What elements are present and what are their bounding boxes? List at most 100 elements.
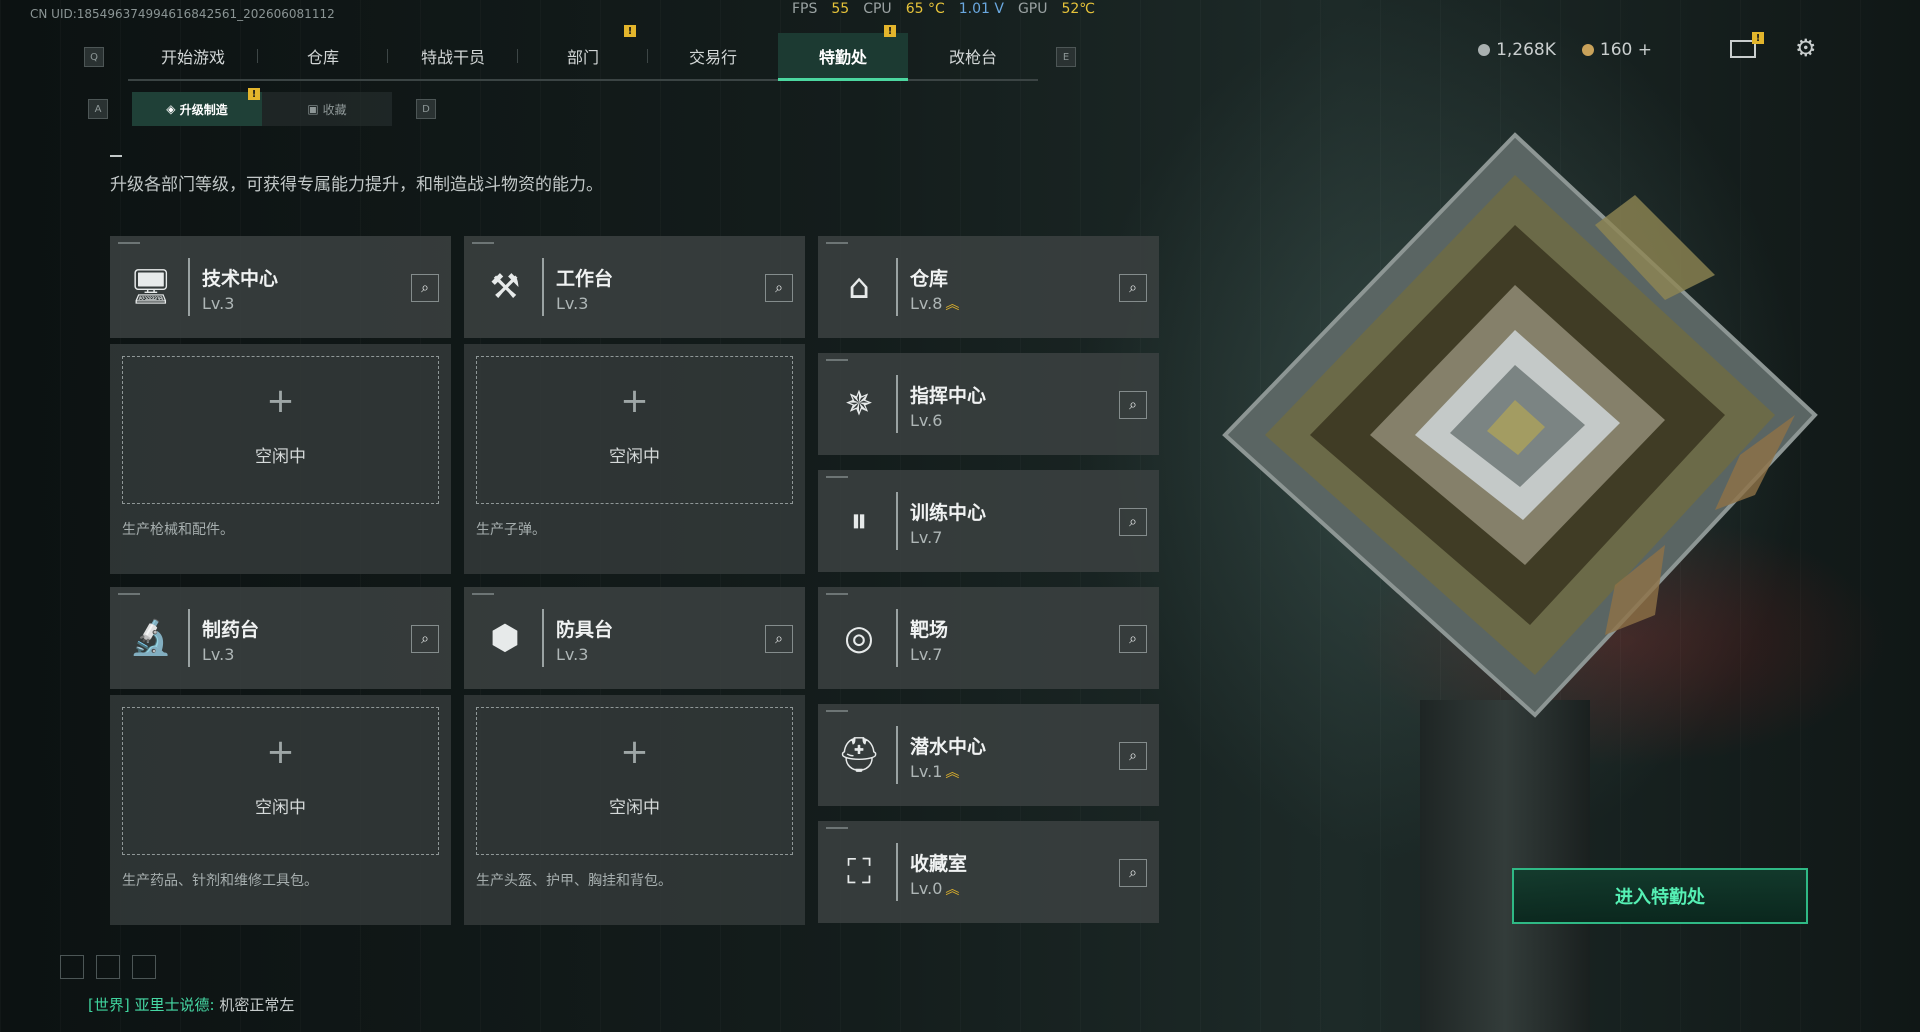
facility-name: 指挥中心 (910, 385, 987, 407)
tools-icon: ⚒ (489, 267, 521, 307)
facility-card-shooting-range[interactable]: ◎ 靶场 Lv.7 ⌕ (818, 587, 1159, 689)
facility-card-diving-center[interactable]: ⛑ 潜水中心 Lv.1 ︽ ⌕ (818, 704, 1159, 806)
slot-status: 空闲中 (255, 447, 306, 467)
facility-card-warehouse[interactable]: ⌂ 仓库 Lv.8 ︽ ⌕ (818, 236, 1159, 338)
card-deco (826, 593, 848, 595)
facility-level: Lv.3 (202, 645, 235, 664)
subtab-collection[interactable]: ▣ 收藏 (262, 92, 392, 126)
chat-line[interactable]: [世界] 亚里士说德: 机密正常左 (88, 994, 294, 1015)
subtab-label: 升级制造 (179, 102, 228, 117)
silver-currency: 1,268K (1478, 40, 1556, 60)
currency-bar: 1,268K 160 + (1478, 40, 1652, 60)
card-divider (542, 258, 544, 316)
plus-icon: + (266, 381, 295, 421)
cpu-voltage: 1.01 V (958, 1, 1004, 17)
subtab-upgrade-craft[interactable]: ◈ 升级制造! (132, 88, 262, 126)
dumbbell-icon: ⏸ (850, 501, 868, 541)
card-deco (118, 242, 140, 244)
hotkey-prev-tab[interactable]: Q (84, 47, 104, 67)
gear-icon[interactable]: ⚙ (1795, 34, 1817, 62)
facility-card-command-center[interactable]: ✵ 指挥中心 Lv.6 ⌕ (818, 353, 1159, 455)
search-icon[interactable]: ⌕ (765, 274, 793, 302)
facility-name: 训练中心 (910, 502, 987, 524)
hotkey-next-subtab[interactable]: D (416, 99, 436, 119)
card-divider (896, 609, 898, 667)
hud-deco (132, 955, 156, 979)
search-icon[interactable]: ⌕ (1119, 742, 1147, 770)
search-icon[interactable]: ⌕ (411, 625, 439, 653)
card-divider (896, 375, 898, 433)
card-deco (826, 242, 848, 244)
gold-currency[interactable]: 160 + (1581, 40, 1652, 60)
search-icon[interactable]: ⌕ (1119, 859, 1147, 887)
display-case-icon: ⛶ (847, 852, 871, 892)
card-divider (188, 258, 190, 316)
tab-special-ops[interactable]: 特勤处! (778, 25, 908, 81)
facility-card-tech-center[interactable]: 🖥 技术中心 Lv.3 ⌕ (110, 236, 451, 338)
warning-badge: ! (1752, 32, 1764, 44)
facility-name: 制药台 (202, 619, 260, 641)
slot-status: 空闲中 (609, 447, 660, 467)
search-icon[interactable]: ⌕ (1119, 508, 1147, 536)
hotkey-prev-subtab[interactable]: A (88, 99, 108, 119)
facility-card-armor[interactable]: ⬢ 防具台 Lv.3 ⌕ (464, 587, 805, 689)
page-description: 升级各部门等级，可获得专属能力提升，和制造战斗物资的能力。 (110, 155, 603, 195)
upgrade-available-icon: ︽ (945, 882, 960, 898)
search-icon[interactable]: ⌕ (411, 274, 439, 302)
production-slot-pharmacy[interactable]: + 空闲中 生产药品、针剂和维修工具包。 (110, 695, 451, 925)
slot-hint: 生产子弹。 (476, 522, 546, 538)
facility-level: Lv.1 ︽ (910, 762, 959, 782)
level-text: Lv.6 (910, 411, 943, 430)
hud-deco (96, 955, 120, 979)
tab-label: 开始游戏 (160, 48, 225, 67)
facility-cube-illustration (1222, 132, 1818, 718)
command-icon: ✵ (844, 384, 874, 424)
production-slot-workbench[interactable]: + 空闲中 生产子弹。 (464, 344, 805, 574)
enter-special-ops-button[interactable]: 进入特勤处 (1512, 868, 1808, 924)
production-slot-armor[interactable]: + 空闲中 生产头盔、护甲、胸挂和背包。 (464, 695, 805, 925)
facility-name: 潜水中心 (910, 736, 987, 758)
mail-icon[interactable]: ! (1730, 32, 1764, 58)
production-slot-tech-center[interactable]: + 空闲中 生产枪械和配件。 (110, 344, 451, 574)
silver-coin-icon (1478, 44, 1491, 56)
card-deco (118, 593, 140, 595)
slot-hint: 生产药品、针剂和维修工具包。 (122, 873, 318, 889)
tab-label: 特勤处 (818, 48, 867, 67)
card-divider (896, 726, 898, 784)
slot-hint: 生产头盔、护甲、胸挂和背包。 (476, 873, 672, 889)
tab-start-game[interactable]: 开始游戏 (128, 33, 258, 79)
tab-operators[interactable]: 特战干员 (388, 33, 518, 79)
chat-message: 机密正常左 (219, 996, 295, 1014)
card-deco (826, 476, 848, 478)
card-deco (826, 710, 848, 712)
facility-card-training-center[interactable]: ⏸ 训练中心 Lv.7 ⌕ (818, 470, 1159, 572)
facility-name: 收藏室 (910, 853, 968, 875)
facility-level: Lv.7 (910, 645, 942, 664)
warning-badge: ! (248, 88, 260, 100)
facility-level: Lv.0 ︽ (910, 879, 959, 899)
facility-card-workbench[interactable]: ⚒ 工作台 Lv.3 ⌕ (464, 236, 805, 338)
search-icon[interactable]: ⌕ (765, 625, 793, 653)
facility-card-collection-room[interactable]: ⛶ 收藏室 Lv.0 ︽ ⌕ (818, 821, 1159, 923)
tab-label: 仓库 (306, 48, 339, 67)
search-icon[interactable]: ⌕ (1119, 274, 1147, 302)
tab-warehouse[interactable]: 仓库 (258, 33, 388, 79)
hotkey-next-tab[interactable]: E (1056, 47, 1076, 67)
cpu-label: CPU (863, 1, 892, 17)
card-divider (542, 609, 544, 667)
chat-speaker: 亚里士说德: (134, 996, 215, 1014)
tab-trade[interactable]: 交易行 (648, 33, 778, 79)
search-icon[interactable]: ⌕ (1119, 625, 1147, 653)
facility-card-pharmacy[interactable]: 🔬 制药台 Lv.3 ⌕ (110, 587, 451, 689)
tab-gunsmith[interactable]: 改枪台 (908, 33, 1038, 79)
computer-icon: 🖥 (129, 267, 173, 307)
warning-badge: ! (884, 25, 896, 37)
add-gold-button[interactable]: + (1638, 40, 1652, 60)
tab-department[interactable]: 部门! (518, 25, 648, 79)
plus-icon: + (620, 732, 649, 772)
card-divider (896, 492, 898, 550)
gold-amount: 160 (1599, 40, 1633, 60)
hud-deco (60, 955, 84, 979)
search-icon[interactable]: ⌕ (1119, 391, 1147, 419)
card-deco (826, 827, 848, 829)
